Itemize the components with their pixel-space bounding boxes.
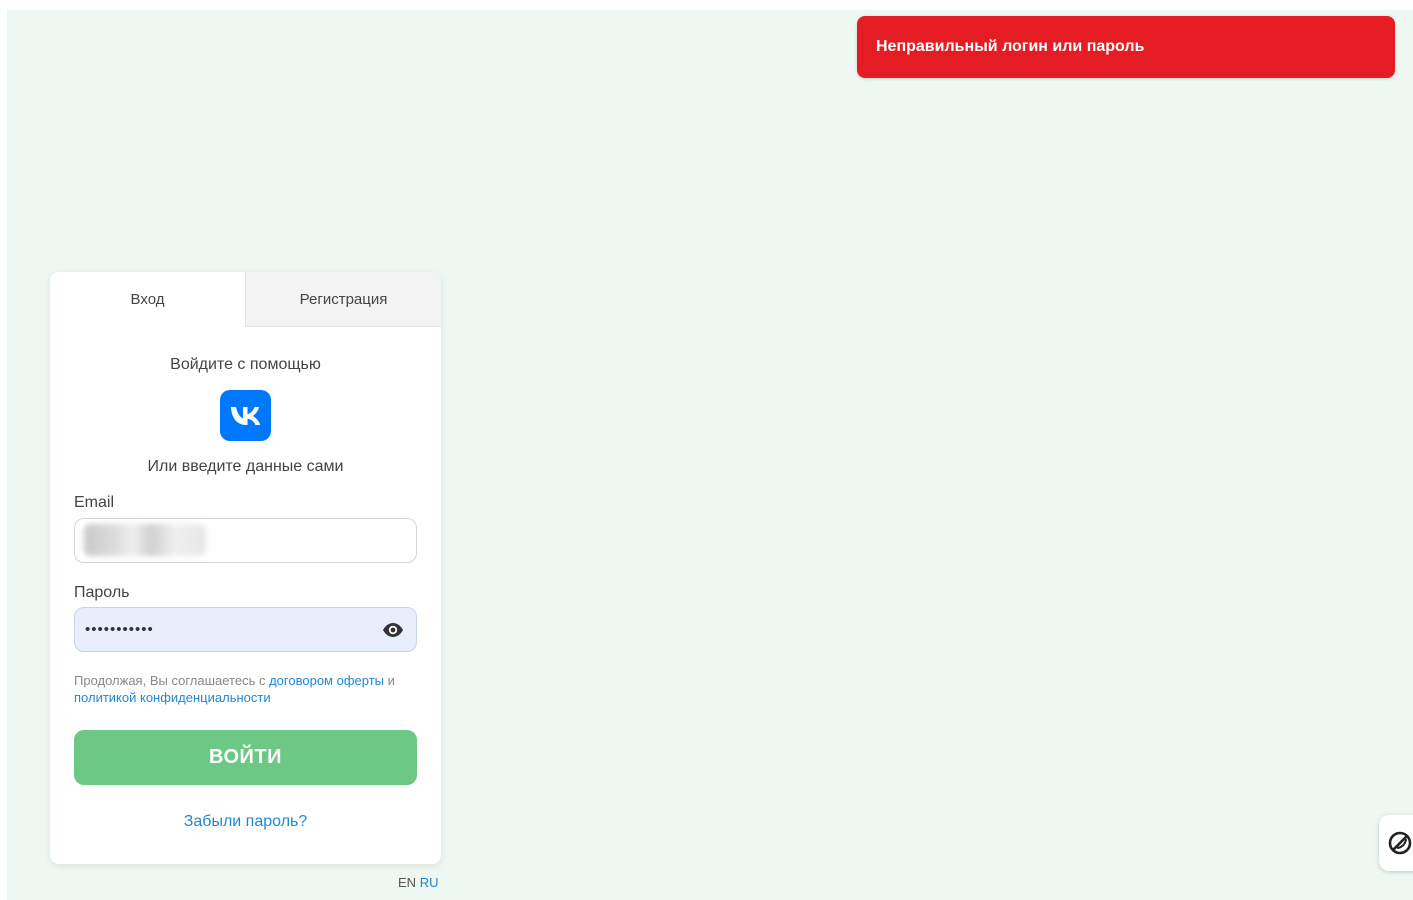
manual-login-title: Или введите данные сами xyxy=(147,458,344,475)
lang-ru[interactable]: RU xyxy=(420,875,439,890)
offer-link[interactable]: договором оферты xyxy=(269,673,384,688)
tab-login[interactable]: Вход xyxy=(50,272,245,327)
forgot-password-link[interactable]: Забыли пароль? xyxy=(50,813,441,831)
tab-login-label: Вход xyxy=(130,291,165,308)
vk-login-button[interactable] xyxy=(220,390,271,441)
error-toast: Неправильный логин или пароль xyxy=(857,16,1395,78)
auth-card: Вход Регистрация Войдите с помощью Или в… xyxy=(50,272,441,864)
tab-register[interactable]: Регистрация xyxy=(245,272,441,327)
language-switcher: EN RU xyxy=(398,875,438,890)
terms-joiner: и xyxy=(384,673,395,688)
terms-prefix: Продолжая, Вы соглашаетесь с xyxy=(74,673,270,688)
tab-register-label: Регистрация xyxy=(299,290,388,308)
auth-tabs: Вход Регистрация xyxy=(50,272,441,327)
lang-en[interactable]: EN xyxy=(398,875,416,890)
pen-circle-icon xyxy=(1388,831,1412,855)
email-label: Email xyxy=(74,494,115,511)
eye-icon[interactable] xyxy=(382,622,404,638)
support-widget-button[interactable] xyxy=(1379,815,1413,871)
terms-notice: Продолжая, Вы соглашаетесь с договором о… xyxy=(74,672,414,706)
privacy-link[interactable]: политикой конфиденциальности xyxy=(74,690,271,705)
error-toast-message: Неправильный логин или пароль xyxy=(876,38,1145,55)
vk-icon xyxy=(230,406,260,425)
email-field[interactable] xyxy=(74,518,417,563)
social-login-title: Войдите с помощью xyxy=(170,356,321,373)
login-button[interactable]: ВОЙТИ xyxy=(74,730,417,785)
password-field[interactable] xyxy=(74,607,417,652)
password-label: Пароль xyxy=(74,584,130,601)
